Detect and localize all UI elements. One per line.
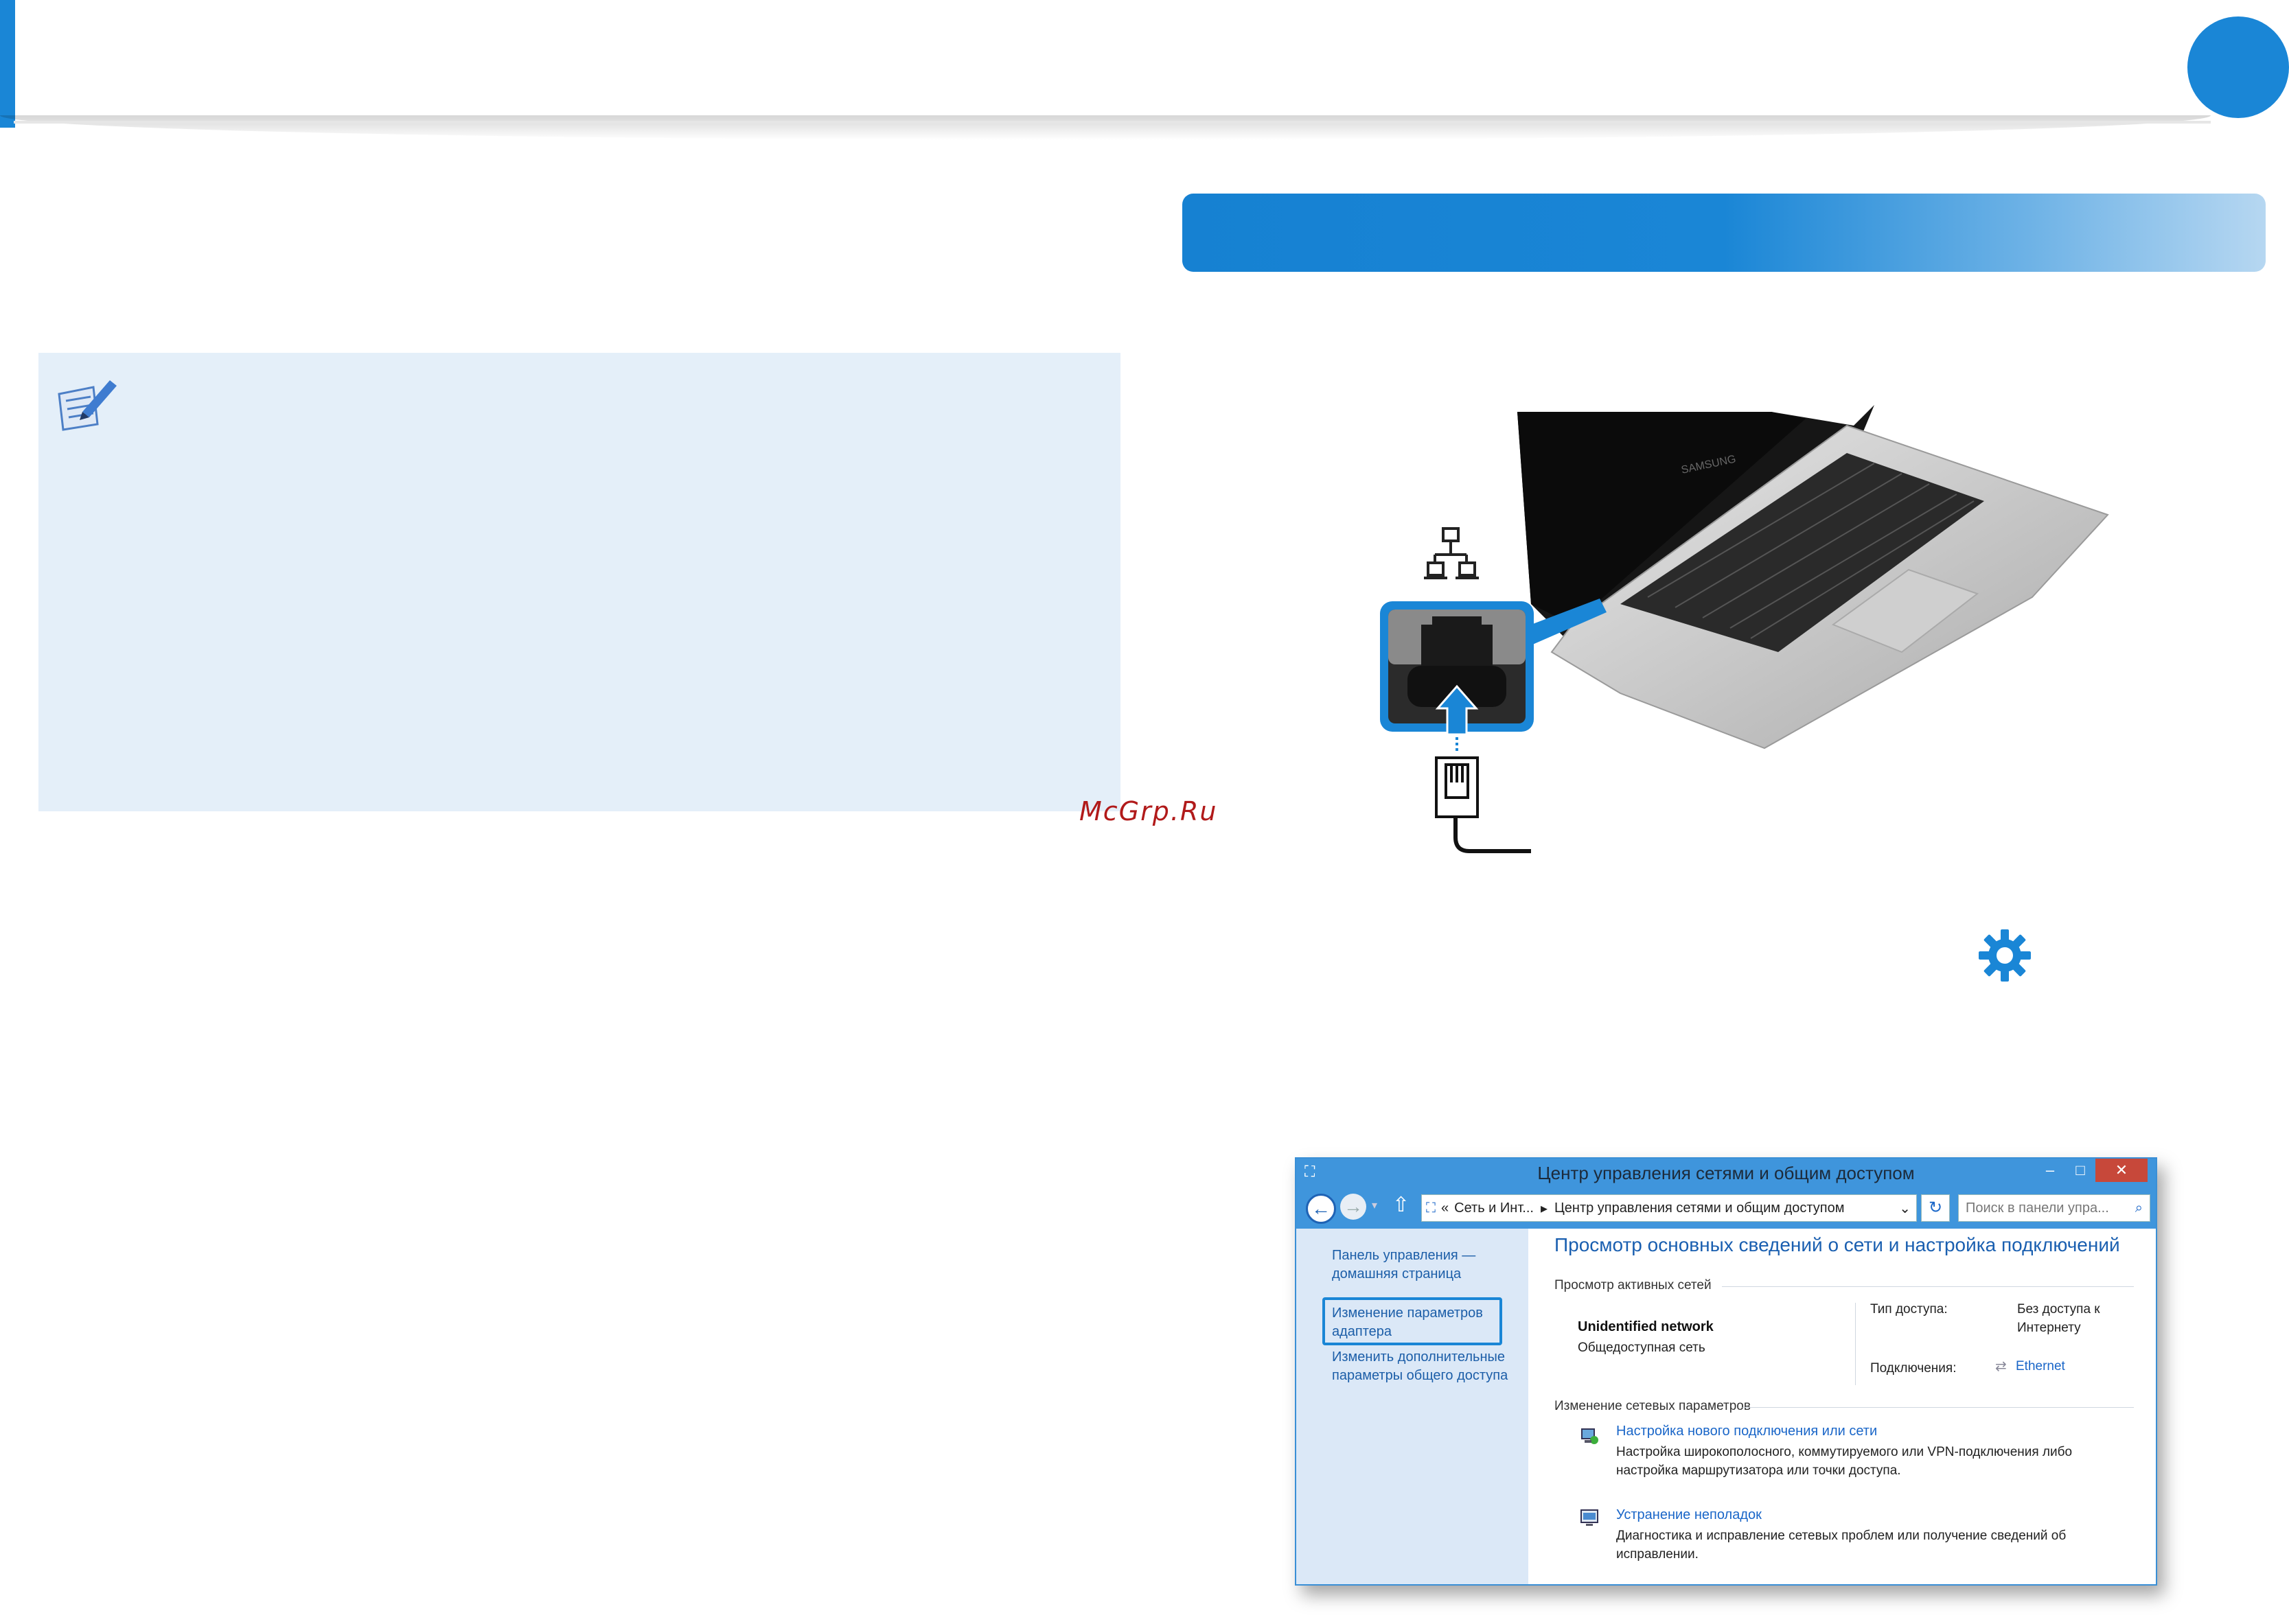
troubleshoot-link[interactable]: Устранение неполадок — [1616, 1507, 1762, 1523]
header-shadow — [0, 115, 2211, 140]
sidebar-item-home[interactable]: Панель управления — домашняя страница — [1332, 1246, 1475, 1284]
page-marker-circle — [2187, 16, 2289, 118]
description-line: настройка маршрутизатора или точки досту… — [1616, 1463, 1901, 1478]
breadcrumb-network-center[interactable]: Центр управления сетями и общим доступом — [1554, 1200, 1845, 1216]
sidebar-item-label: параметры общего доступа — [1332, 1368, 1508, 1383]
breadcrumb-network[interactable]: Сеть и Инт... — [1454, 1200, 1534, 1216]
adapter-settings-highlight — [1322, 1297, 1502, 1345]
search-input[interactable]: Поиск в панели упра... ⌕ — [1958, 1194, 2150, 1222]
back-button[interactable]: ← — [1306, 1194, 1336, 1224]
network-folder-icon: ⛶ — [1426, 1200, 1436, 1216]
refresh-button[interactable]: ↻ — [1921, 1194, 1950, 1222]
laptop-ethernet-illustration: SAMSUNG — [1380, 405, 2109, 853]
sidebar-item-label: Изменить дополнительные — [1332, 1349, 1505, 1365]
note-pencil-icon — [58, 380, 117, 431]
network-center-window: ⛶ Центр управления сетями и общим доступ… — [1295, 1157, 2157, 1586]
change-settings-label: Изменение сетевых параметров — [1554, 1399, 1751, 1413]
description-line: Диагностика и исправление сетевых пробле… — [1616, 1529, 2067, 1543]
minimize-button[interactable]: – — [2035, 1159, 2065, 1182]
ethernet-link[interactable]: Ethernet — [2016, 1359, 2065, 1374]
header-divider — [14, 121, 2211, 124]
gear-icon — [1979, 929, 2031, 982]
new-connection-description: Настройка широкополосного, коммутируемог… — [1616, 1443, 2072, 1480]
access-value-line: Без доступа к — [2017, 1302, 2100, 1316]
content-heading: Просмотр основных сведений о сети и наст… — [1554, 1234, 2120, 1255]
address-field[interactable]: ⛶ « Сеть и Инт... ▸ Центр управления сет… — [1421, 1194, 1917, 1222]
window-titlebar: ⛶ Центр управления сетями и общим доступ… — [1296, 1159, 2156, 1187]
description-line: исправлении. — [1616, 1547, 1699, 1562]
breadcrumb-arrow: ▸ — [1540, 1200, 1548, 1216]
sidebar-item-sharing-settings[interactable]: Изменить дополнительные параметры общего… — [1332, 1348, 1508, 1385]
breadcrumb-sep: « — [1441, 1200, 1449, 1216]
connections-label: Подключения: — [1870, 1361, 1957, 1376]
chevron-down-icon[interactable]: ⌄ — [1899, 1200, 1911, 1217]
description-line: Настройка широкополосного, коммутируемог… — [1616, 1445, 2073, 1459]
recent-dropdown-icon[interactable]: ▾ — [1372, 1198, 1377, 1212]
address-toolbar: ← → ▾ ⇧ ⛶ « Сеть и Инт... ▸ Центр управл… — [1296, 1187, 2156, 1229]
rj45-connector-icon — [1435, 756, 1479, 818]
network-name: Unidentified network — [1578, 1319, 1714, 1334]
close-button[interactable]: ✕ — [2095, 1159, 2148, 1182]
section-banner — [1182, 194, 2266, 272]
window-title: Центр управления сетями и общим доступом — [1537, 1163, 1915, 1183]
ethernet-icon: ⇄ — [1995, 1359, 2007, 1374]
troubleshoot-description: Диагностика и исправление сетевых пробле… — [1616, 1527, 2066, 1564]
sidebar-item-label: Панель управления — — [1332, 1248, 1476, 1263]
access-value-line: Интернету — [2017, 1321, 2081, 1335]
network-icon — [1424, 527, 1479, 579]
sidebar: Панель управления — домашняя страница Из… — [1296, 1229, 1528, 1584]
sidebar-item-label: домашняя страница — [1332, 1266, 1462, 1281]
maximize-button[interactable]: □ — [2065, 1159, 2095, 1182]
search-icon[interactable]: ⌕ — [2135, 1200, 2143, 1216]
search-placeholder: Поиск в панели упра... — [1966, 1200, 2109, 1216]
troubleshoot-icon — [1579, 1507, 1600, 1528]
divider — [1722, 1286, 2134, 1287]
vertical-divider — [1855, 1303, 1856, 1385]
watermark-text: McGrp.Ru — [1079, 796, 1218, 826]
active-networks-label: Просмотр активных сетей — [1554, 1278, 1712, 1292]
forward-button[interactable]: → — [1340, 1194, 1366, 1220]
note-box — [38, 353, 1120, 811]
access-type-value: Без доступа к Интернету — [2017, 1300, 2100, 1337]
new-connection-icon — [1579, 1425, 1600, 1446]
up-arrow-icon[interactable]: ⇧ — [1392, 1193, 1410, 1217]
new-connection-link[interactable]: Настройка нового подключения или сети — [1616, 1424, 1877, 1439]
network-type: Общедоступная сеть — [1578, 1341, 1705, 1355]
access-type-label: Тип доступа: — [1870, 1302, 1948, 1316]
divider — [1742, 1407, 2134, 1408]
header-accent-bar — [0, 0, 15, 128]
